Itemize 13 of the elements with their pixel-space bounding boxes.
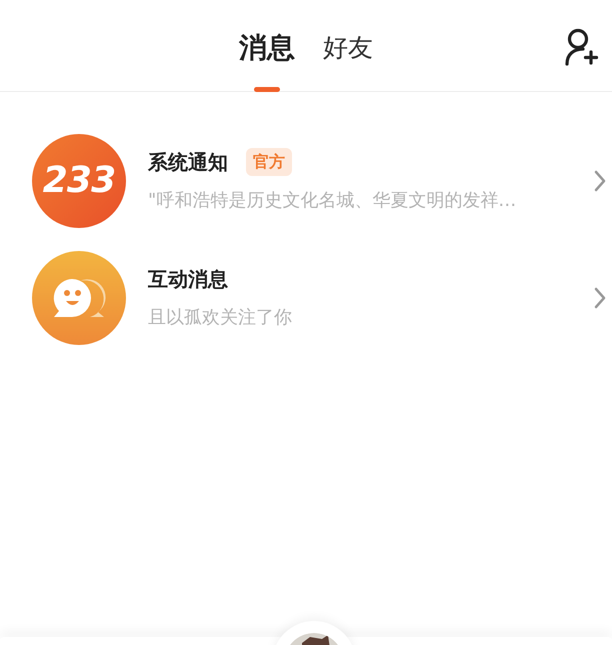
message-preview: "呼和浩特是历史文化名城、华夏文明的发祥…: [148, 189, 518, 213]
conversation-title: 系统通知: [148, 149, 228, 176]
tab[interactable]: 好友: [323, 4, 373, 92]
official-tag: 官方: [246, 148, 292, 176]
chevron-right-icon[interactable]: [594, 170, 606, 192]
active-tab-indicator: [254, 86, 280, 92]
tab[interactable]: 消息: [239, 4, 295, 92]
logo-text: 233: [42, 162, 116, 198]
message-preview: 且以孤欢关注了你: [148, 306, 293, 330]
chat-bubble-avatar-icon: [32, 250, 126, 344]
chevron-right-icon[interactable]: [594, 286, 606, 308]
conversation-title: 互动消息: [148, 266, 228, 293]
add-friend-icon[interactable]: [564, 28, 600, 66]
